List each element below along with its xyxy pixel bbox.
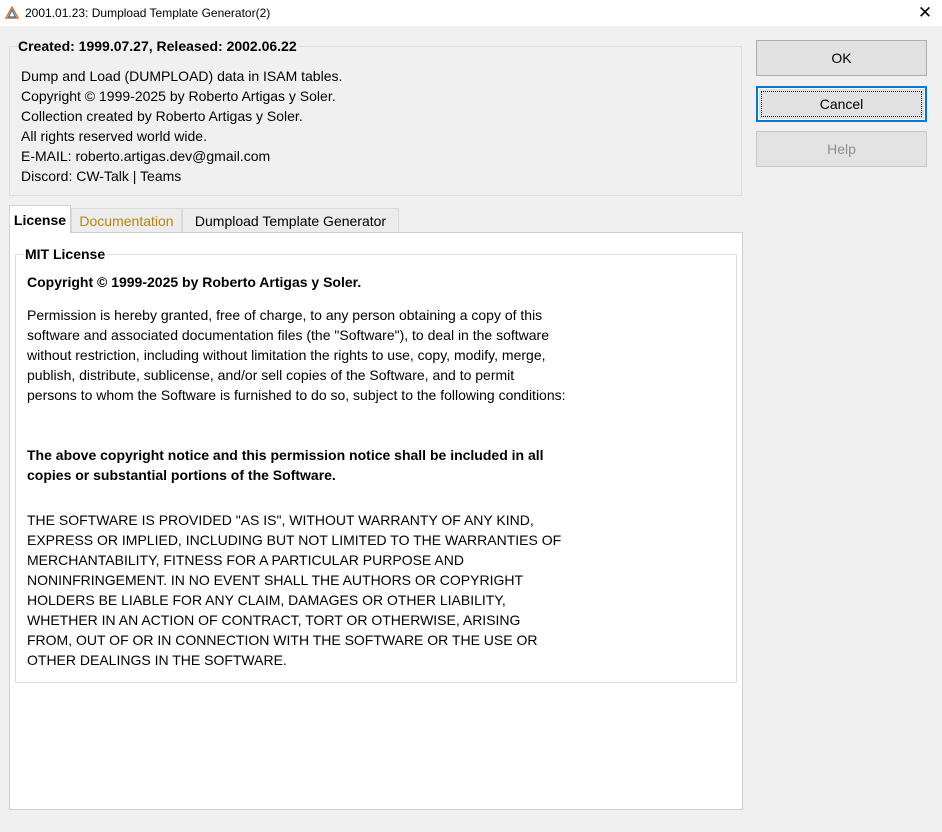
title-bar[interactable]: 2001.01.23: Dumpload Template Generator(…: [0, 0, 942, 26]
info-collection: Collection created by Roberto Artigas y …: [21, 108, 303, 124]
info-email: E-MAIL: roberto.artigas.dev@gmail.com: [21, 148, 271, 164]
header-group-title: Created: 1999.07.27, Released: 2002.06.2…: [18, 38, 299, 54]
tab-documentation[interactable]: Documentation: [71, 208, 182, 233]
license-group-title: MIT License: [23, 246, 108, 262]
license-permission: Permission is hereby granted, free of ch…: [27, 307, 566, 403]
tab-dumpload-template-generator[interactable]: Dumpload Template Generator: [182, 208, 399, 233]
app-triangle-icon: [5, 6, 19, 19]
ok-button[interactable]: OK: [756, 40, 927, 76]
info-description: Dump and Load (DUMPLOAD) data in ISAM ta…: [21, 68, 343, 84]
info-copyright: Copyright © 1999-2025 by Roberto Artigas…: [21, 88, 336, 104]
help-button[interactable]: Help: [756, 131, 927, 167]
license-copyright: Copyright © 1999-2025 by Roberto Artigas…: [27, 274, 362, 290]
header-info-lines: Dump and Load (DUMPLOAD) data in ISAM ta…: [21, 66, 342, 186]
license-warranty: THE SOFTWARE IS PROVIDED "AS IS", WITHOU…: [27, 512, 562, 668]
license-notice: The above copyright notice and this perm…: [27, 447, 544, 483]
info-rights: All rights reserved world wide.: [21, 128, 207, 144]
tab-license[interactable]: License: [9, 205, 71, 233]
focus-ring: [761, 91, 922, 117]
window-title: 2001.01.23: Dumpload Template Generator(…: [25, 6, 271, 20]
cancel-button[interactable]: Cancel: [756, 86, 927, 122]
close-icon[interactable]: ✕: [908, 0, 942, 26]
info-discord: Discord: CW-Talk | Teams: [21, 168, 182, 184]
